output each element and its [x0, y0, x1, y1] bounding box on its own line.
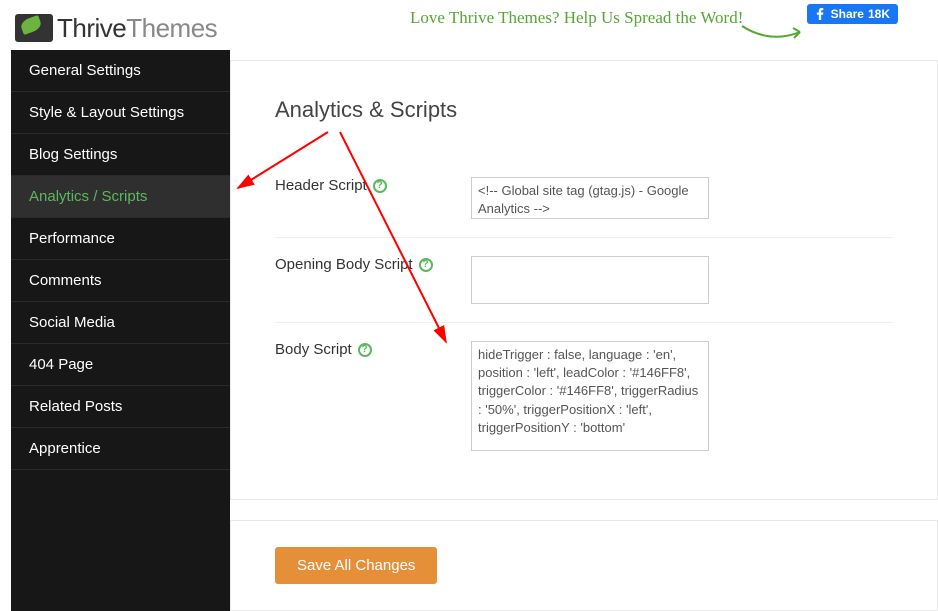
sidebar-item-apprentice[interactable]: Apprentice — [11, 428, 230, 470]
header-script-input[interactable] — [471, 177, 709, 219]
sidebar-item-label: Analytics / Scripts — [29, 188, 147, 205]
sidebar-item-style[interactable]: Style & Layout Settings — [11, 92, 230, 134]
body-script-input[interactable] — [471, 341, 709, 451]
sidebar-item-label: Style & Layout Settings — [29, 104, 184, 121]
sidebar-item-social[interactable]: Social Media — [11, 302, 230, 344]
sidebar-item-label: Performance — [29, 230, 115, 247]
save-panel: Save All Changes — [230, 520, 938, 611]
opening-body-script-input[interactable] — [471, 256, 709, 304]
field-row-opening-body: Opening Body Script ? — [275, 238, 893, 323]
field-row-body: Body Script ? — [275, 323, 893, 469]
curved-arrow-icon — [740, 22, 810, 47]
page-title: Analytics & Scripts — [275, 97, 893, 123]
sidebar-item-analytics[interactable]: Analytics / Scripts — [11, 176, 230, 218]
leaf-icon — [15, 14, 53, 42]
label-text: Body Script — [275, 341, 352, 358]
fb-share-count: 18K — [868, 7, 890, 21]
field-label: Body Script ? — [275, 341, 471, 358]
sidebar-item-comments[interactable]: Comments — [11, 260, 230, 302]
field-row-header: Header Script ? — [275, 159, 893, 238]
sidebar: General Settings Style & Layout Settings… — [11, 50, 230, 611]
help-icon[interactable]: ? — [419, 258, 433, 272]
sidebar-item-label: Comments — [29, 272, 102, 289]
cta-text: Love Thrive Themes? Help Us Spread the W… — [410, 8, 743, 28]
sidebar-item-404[interactable]: 404 Page — [11, 344, 230, 386]
fb-share-button[interactable]: Share 18K — [807, 4, 898, 24]
label-text: Opening Body Script — [275, 256, 413, 273]
sidebar-item-label: Social Media — [29, 314, 115, 331]
brand-name-a: Thrive — [57, 13, 126, 43]
sidebar-item-general[interactable]: General Settings — [11, 50, 230, 92]
field-label: Header Script ? — [275, 177, 471, 194]
help-icon[interactable]: ? — [358, 343, 372, 357]
top-bar: ThriveThemes Love Thrive Themes? Help Us… — [0, 0, 938, 50]
label-text: Header Script — [275, 177, 367, 194]
sidebar-item-label: General Settings — [29, 62, 141, 79]
sidebar-item-label: Blog Settings — [29, 146, 117, 163]
sidebar-item-label: Related Posts — [29, 398, 122, 415]
save-button[interactable]: Save All Changes — [275, 547, 437, 584]
brand-name-b: Themes — [126, 13, 217, 43]
main-content: Analytics & Scripts Header Script ? Open… — [230, 50, 938, 611]
brand-name: ThriveThemes — [57, 13, 217, 44]
sidebar-item-label: Apprentice — [29, 440, 101, 457]
settings-panel: Analytics & Scripts Header Script ? Open… — [230, 60, 938, 500]
facebook-icon — [815, 8, 827, 20]
help-icon[interactable]: ? — [373, 179, 387, 193]
sidebar-item-related[interactable]: Related Posts — [11, 386, 230, 428]
field-label: Opening Body Script ? — [275, 256, 471, 273]
sidebar-item-blog[interactable]: Blog Settings — [11, 134, 230, 176]
brand-logo[interactable]: ThriveThemes — [15, 13, 217, 44]
sidebar-item-performance[interactable]: Performance — [11, 218, 230, 260]
fb-share-label: Share — [831, 7, 864, 21]
sidebar-item-label: 404 Page — [29, 356, 93, 373]
